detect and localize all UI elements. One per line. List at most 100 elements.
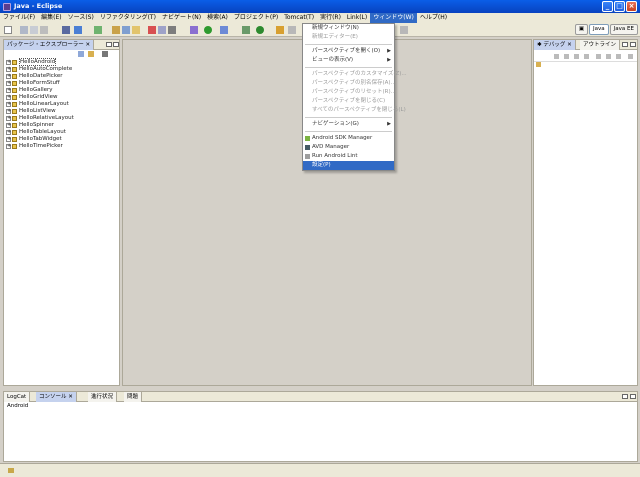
maximize-icon[interactable]: [630, 42, 636, 47]
window-menu-item-label: ビューの表示(V): [312, 57, 354, 63]
window-menu-item[interactable]: 新規ウィンドウ(N): [303, 24, 394, 33]
expand-icon[interactable]: +: [6, 116, 11, 121]
tree-item[interactable]: + HelloLinearLayout: [4, 101, 119, 108]
menu-item-1[interactable]: 編集(E): [38, 13, 64, 23]
expand-icon[interactable]: +: [6, 144, 11, 149]
minimize-icon[interactable]: [622, 394, 628, 399]
window-menu-item[interactable]: パースペクティブを開く(O) ▶: [303, 47, 394, 56]
debug-icon[interactable]: [190, 26, 198, 34]
step-over-icon[interactable]: [606, 54, 611, 59]
android-manager-icon[interactable]: [74, 26, 82, 34]
menu-item-8[interactable]: 実行(R): [317, 13, 344, 23]
tree-item[interactable]: + HelloTableLayout: [4, 129, 119, 136]
suspend-icon[interactable]: [564, 54, 569, 59]
window-menu-item[interactable]: 設定(P): [303, 161, 394, 170]
window-menu-item[interactable]: ビューの表示(V) ▶: [303, 56, 394, 65]
tree-item[interactable]: + HelloRelativeLayout: [4, 115, 119, 122]
hierarchy-icon[interactable]: [158, 26, 166, 34]
menu-item-11[interactable]: ヘルプ(H): [417, 13, 450, 23]
tree-item[interactable]: + HelloFormStuff: [4, 80, 119, 87]
menu-item-0[interactable]: ファイル(F): [0, 13, 38, 23]
save-all-icon[interactable]: [30, 26, 38, 34]
menu-item-9[interactable]: Link(L): [344, 13, 370, 23]
back-icon[interactable]: [400, 26, 408, 34]
window-menu-item[interactable]: Android SDK Manager: [303, 134, 394, 143]
bug-icon[interactable]: [148, 26, 156, 34]
tree-item[interactable]: + HelloListView: [4, 108, 119, 115]
tree-item[interactable]: + HelloAndroid: [4, 58, 119, 66]
new-package-icon[interactable]: [132, 26, 140, 34]
server-icon[interactable]: [168, 26, 176, 34]
expand-icon[interactable]: +: [6, 130, 11, 135]
view-menu-icon[interactable]: [628, 54, 633, 59]
maximize-button[interactable]: □: [614, 1, 625, 12]
expand-icon[interactable]: +: [6, 123, 11, 128]
window-menu-item[interactable]: Run Android Lint: [303, 152, 394, 161]
terminal-icon[interactable]: [62, 26, 70, 34]
step-into-icon[interactable]: [596, 54, 601, 59]
open-type-icon[interactable]: [112, 26, 120, 34]
tree-item[interactable]: + HelloSpinner: [4, 122, 119, 129]
expand-icon[interactable]: +: [6, 102, 11, 107]
menu-item-2[interactable]: ソース(S): [65, 13, 97, 23]
tab-1[interactable]: コンソール ✕: [36, 392, 77, 402]
menu-item-4[interactable]: ナビゲート(N): [159, 13, 204, 23]
resume-icon[interactable]: [554, 54, 559, 59]
disconnect-icon[interactable]: [584, 54, 589, 59]
package-explorer-tab[interactable]: パッケージ・エクスプローラー ✕: [4, 40, 95, 50]
minimize-button[interactable]: _: [602, 1, 613, 12]
minimize-icon[interactable]: [622, 42, 628, 47]
tree-item[interactable]: + HelloDatePicker: [4, 73, 119, 80]
step-return-icon[interactable]: [616, 54, 621, 59]
view-menu-icon[interactable]: [102, 51, 108, 57]
maximize-icon[interactable]: [113, 42, 119, 47]
minimize-icon[interactable]: [106, 42, 112, 47]
print-icon[interactable]: [40, 26, 48, 34]
java-perspective-button[interactable]: Java: [589, 24, 609, 35]
tree-item[interactable]: + HelloTimePicker: [4, 143, 119, 150]
tab-2[interactable]: 進行状況: [88, 392, 118, 402]
run-icon[interactable]: [204, 26, 212, 34]
window-menu-item[interactable]: AVD Manager: [303, 143, 394, 152]
collapse-all-icon[interactable]: [78, 51, 84, 57]
menu-item-10[interactable]: ウィンドウ(W): [370, 13, 417, 23]
open-task-icon[interactable]: [242, 26, 250, 34]
java-ee-perspective-button[interactable]: Java EE: [609, 24, 638, 35]
link-editor-icon[interactable]: [88, 51, 94, 57]
open-perspective-button[interactable]: ▣: [574, 24, 589, 35]
tree-item[interactable]: + HelloGallery: [4, 87, 119, 94]
expand-icon[interactable]: +: [6, 95, 11, 100]
expand-icon[interactable]: +: [6, 67, 11, 72]
next-annotation-icon[interactable]: [288, 26, 296, 34]
close-button[interactable]: ×: [626, 1, 637, 12]
tab-3[interactable]: 問題: [124, 392, 143, 402]
tab-outline[interactable]: アウトライン: [580, 40, 621, 50]
menu-item-3[interactable]: リファクタリング(T): [97, 13, 159, 23]
refresh-icon[interactable]: [256, 26, 264, 34]
tab-0[interactable]: LogCat: [4, 392, 31, 402]
window-menu-item[interactable]: ナビゲーション(G) ▶: [303, 120, 394, 129]
external-tools-icon[interactable]: [220, 26, 228, 34]
menu-item-6[interactable]: プロジェクト(P): [231, 13, 281, 23]
search-icon[interactable]: [276, 26, 284, 34]
expand-icon[interactable]: +: [6, 60, 11, 65]
java-project-icon[interactable]: [122, 26, 130, 34]
maximize-icon[interactable]: [630, 394, 636, 399]
tab-debug[interactable]: ✱ デバッグ ✕: [534, 40, 576, 50]
save-icon[interactable]: [20, 26, 28, 34]
fast-view-icon[interactable]: [8, 468, 14, 473]
new-android-project-icon[interactable]: [94, 26, 102, 34]
expand-icon[interactable]: +: [6, 88, 11, 93]
tree-item[interactable]: + HelloGridView: [4, 94, 119, 101]
tab-label: 問題: [127, 394, 139, 400]
expand-icon[interactable]: +: [6, 109, 11, 114]
expand-icon[interactable]: +: [6, 137, 11, 142]
expand-icon[interactable]: +: [6, 74, 11, 79]
terminate-icon[interactable]: [574, 54, 579, 59]
menu-item-5[interactable]: 検索(A): [204, 13, 231, 23]
new-file-icon[interactable]: [4, 26, 12, 34]
tree-item[interactable]: + HelloTabWidget: [4, 136, 119, 143]
tree-item[interactable]: + HelloAutoComplete: [4, 66, 119, 73]
menu-item-7[interactable]: Tomcat(T): [281, 13, 317, 23]
expand-icon[interactable]: +: [6, 81, 11, 86]
